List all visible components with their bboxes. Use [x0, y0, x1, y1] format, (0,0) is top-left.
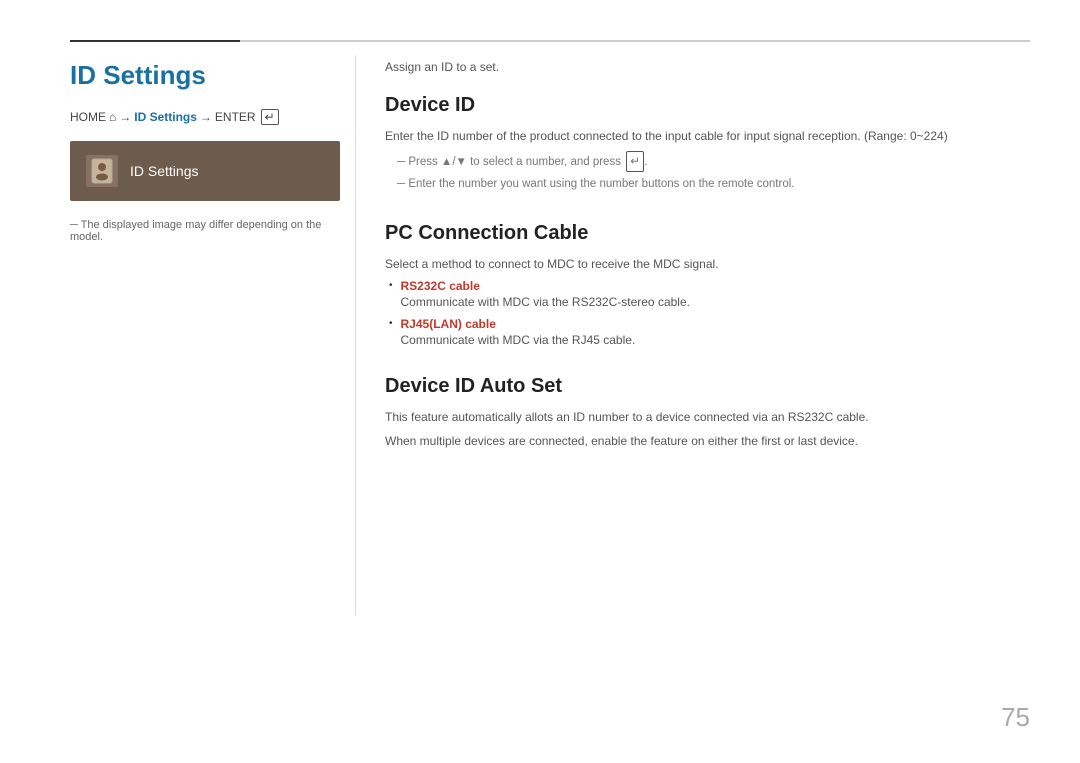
left-note: The displayed image may differ depending…: [70, 219, 340, 243]
section-device-id-auto-set: Device ID Auto Set This feature automati…: [385, 375, 1030, 450]
breadcrumb-arrow2: →: [200, 110, 212, 124]
device-id-desc: Enter the ID number of the product conne…: [385, 127, 1030, 145]
rs232c-desc: Communicate with MDC via the RS232C-ster…: [401, 295, 690, 309]
bullet-dot-rj45: •: [389, 318, 393, 329]
section-pc-connection: PC Connection Cable Select a method to c…: [385, 222, 1030, 347]
enter-icon: ↵: [261, 109, 279, 125]
breadcrumb-id-settings: ID Settings: [134, 110, 197, 124]
menu-item-label: ID Settings: [130, 163, 198, 179]
enter-icon-inline: ↵: [626, 151, 644, 172]
assign-text: Assign an ID to a set.: [385, 60, 1030, 74]
pc-connection-title: PC Connection Cable: [385, 222, 1030, 245]
home-label: HOME: [70, 110, 106, 124]
bullet-rj45: • RJ45(LAN) cable Communicate with MDC v…: [389, 317, 1030, 347]
vertical-divider: [355, 55, 356, 615]
device-id-auto-set-title: Device ID Auto Set: [385, 375, 1030, 398]
bullet-content-rs232c: RS232C cable Communicate with MDC via th…: [401, 279, 690, 309]
top-divider-accent: [70, 40, 240, 42]
page-title: ID Settings: [70, 60, 340, 91]
bullet-content-rj45: RJ45(LAN) cable Communicate with MDC via…: [401, 317, 636, 347]
section-device-id: Device ID Enter the ID number of the pro…: [385, 94, 1030, 194]
page-number: 75: [1001, 702, 1030, 733]
rj45-label: RJ45(LAN) cable: [401, 317, 636, 331]
rj45-desc: Communicate with MDC via the RJ45 cable.: [401, 333, 636, 347]
breadcrumb-enter: ENTER: [215, 110, 256, 124]
bullet-rs232c: • RS232C cable Communicate with MDC via …: [389, 279, 1030, 309]
device-id-title: Device ID: [385, 94, 1030, 117]
bullet-dot-rs232c: •: [389, 280, 393, 291]
home-icon: ⌂: [109, 110, 116, 124]
rs232c-label: RS232C cable: [401, 279, 690, 293]
breadcrumb: HOME ⌂ → ID Settings → ENTER ↵: [70, 109, 340, 125]
menu-item-icon: [86, 155, 118, 187]
pc-connection-desc: Select a method to connect to MDC to rec…: [385, 255, 1030, 273]
device-id-note-2: Enter the number you want using the numb…: [397, 175, 1030, 193]
device-id-note-1: Press ▲/▼ to select a number, and press …: [397, 151, 1030, 172]
breadcrumb-arrow1: →: [119, 110, 131, 124]
device-id-auto-set-desc1: This feature automatically allots an ID …: [385, 408, 1030, 426]
device-id-auto-set-desc2: When multiple devices are connected, ena…: [385, 432, 1030, 450]
menu-item-id-settings[interactable]: ID Settings: [70, 141, 340, 201]
left-panel: ID Settings HOME ⌂ → ID Settings → ENTER…: [70, 60, 340, 243]
right-panel: Assign an ID to a set. Device ID Enter t…: [385, 60, 1030, 478]
